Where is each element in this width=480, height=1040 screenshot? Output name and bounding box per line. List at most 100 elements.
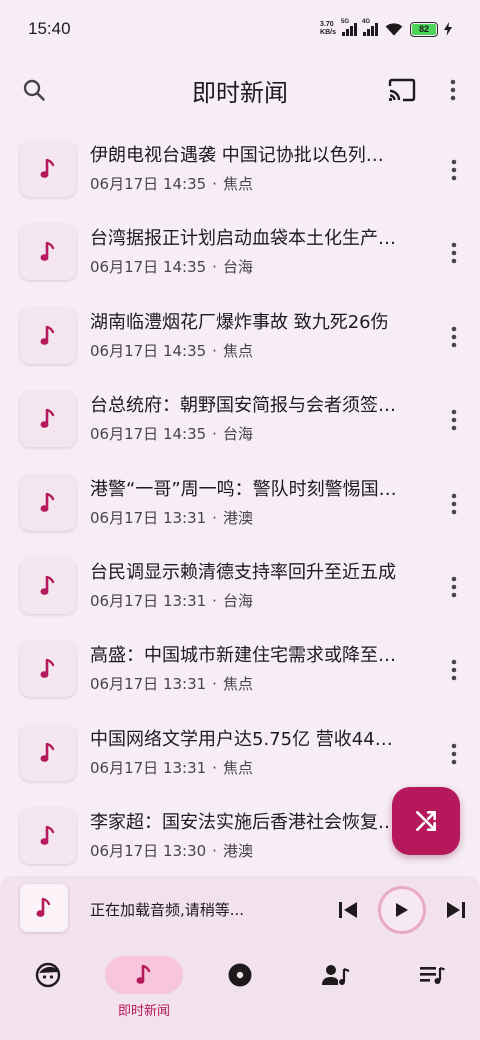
app-bar: 即时新闻 bbox=[0, 62, 480, 118]
previous-button[interactable] bbox=[334, 896, 362, 924]
meta-separator: · bbox=[212, 675, 217, 694]
nav-pill-active bbox=[105, 956, 183, 994]
news-item-category: 台海 bbox=[222, 591, 253, 610]
news-item-more-button[interactable] bbox=[442, 734, 466, 774]
news-item-category: 港澳 bbox=[222, 508, 253, 527]
artist-icon bbox=[322, 965, 350, 985]
battery-icon: 82 bbox=[410, 21, 438, 37]
signal-4g-label: 4G bbox=[362, 18, 371, 25]
news-item-text: 台总统府：朝野国安简报与会者须签… 06月17日 14:35 · 台海 bbox=[90, 394, 430, 444]
news-item-more-button[interactable] bbox=[442, 400, 466, 440]
news-list-item[interactable]: 台民调显示赖清德支持率回升至近五成 06月17日 13:31 · 台海 bbox=[0, 545, 480, 628]
news-item-title: 台民调显示赖清德支持率回升至近五成 bbox=[90, 561, 396, 583]
news-item-more-button[interactable] bbox=[442, 233, 466, 273]
music-note-icon bbox=[40, 492, 55, 512]
music-note-icon bbox=[40, 825, 55, 845]
shuffle-button[interactable] bbox=[392, 787, 460, 855]
news-list-item[interactable]: 高盛：中国城市新建住宅需求或降至… 06月17日 13:31 · 焦点 bbox=[0, 628, 480, 711]
play-button[interactable] bbox=[378, 886, 426, 934]
news-item-time: 06月17日 14:35 bbox=[90, 425, 207, 444]
more-vert-icon bbox=[450, 79, 456, 101]
music-note-icon bbox=[40, 742, 55, 762]
news-item-meta: 06月17日 14:35 · 焦点 bbox=[90, 341, 430, 361]
mini-player[interactable]: 正在加载音频,请稍等... bbox=[0, 876, 480, 942]
meta-separator: · bbox=[212, 425, 217, 444]
signal-5g-icon: 5G bbox=[341, 19, 357, 36]
news-item-text: 台湾据报正计划启动血袋本土化生产… 06月17日 14:35 · 台海 bbox=[90, 227, 430, 277]
overflow-menu-button[interactable] bbox=[433, 70, 473, 110]
news-item-time: 06月17日 14:35 bbox=[90, 258, 207, 277]
news-item-more-button[interactable] bbox=[442, 650, 466, 690]
news-item-category: 焦点 bbox=[222, 675, 253, 694]
network-speed-unit: KB/s bbox=[320, 29, 336, 36]
news-item-time: 06月17日 13:31 bbox=[90, 591, 207, 610]
news-item-meta: 06月17日 14:35 · 焦点 bbox=[90, 174, 430, 194]
search-button[interactable] bbox=[14, 70, 54, 110]
playlist-icon bbox=[420, 966, 445, 984]
news-item-more-button[interactable] bbox=[442, 150, 466, 190]
news-item-title: 港警“一哥”周一鸣：警队时刻警惕国… bbox=[90, 478, 397, 500]
next-button[interactable] bbox=[442, 896, 470, 924]
more-vert-icon bbox=[451, 743, 457, 765]
news-item-title: 李家超：国安法实施后香港社会恢复… bbox=[90, 812, 396, 834]
more-vert-icon bbox=[451, 576, 457, 598]
music-note-icon bbox=[40, 408, 55, 428]
nav-pill bbox=[9, 956, 87, 994]
news-item-more-button[interactable] bbox=[442, 484, 466, 524]
news-item-meta: 06月17日 14:35 · 台海 bbox=[90, 424, 430, 444]
status-bar: 15:40 3.70 KB/s 5G 4G 82 bbox=[0, 0, 480, 58]
news-list-item[interactable]: 港警“一哥”周一鸣：警队时刻警惕国… 06月17日 13:31 · 港澳 bbox=[0, 462, 480, 545]
player-status: 正在加载音频,请稍等... bbox=[90, 901, 245, 919]
news-list-item[interactable]: 伊朗电视台遇袭 中国记协批以色列… 06月17日 14:35 · 焦点 bbox=[0, 128, 480, 211]
shuffle-icon bbox=[416, 811, 436, 831]
news-item-category: 焦点 bbox=[222, 341, 253, 360]
play-icon bbox=[396, 903, 408, 917]
news-list-item[interactable]: 中国网络文学用户达5.75亿 营收44… 06月17日 13:31 · 焦点 bbox=[0, 712, 480, 795]
meta-separator: · bbox=[212, 341, 217, 360]
news-item-text: 港警“一哥”周一鸣：警队时刻警惕国… 06月17日 13:31 · 港澳 bbox=[90, 478, 430, 528]
nav-item-news[interactable]: 即时新闻 bbox=[96, 956, 192, 1019]
news-item-time: 06月17日 13:31 bbox=[90, 675, 207, 694]
signal-4g-icon: 4G bbox=[362, 19, 378, 36]
face-icon bbox=[35, 962, 61, 988]
news-item-category: 台海 bbox=[222, 258, 253, 277]
nav-item-artists[interactable] bbox=[288, 956, 384, 994]
nav-pill bbox=[297, 956, 375, 994]
album-icon bbox=[228, 963, 252, 987]
meta-separator: · bbox=[212, 508, 217, 527]
news-item-meta: 06月17日 13:30 · 港澳 bbox=[90, 841, 430, 861]
news-list-item[interactable]: 台湾据报正计划启动血袋本土化生产… 06月17日 14:35 · 台海 bbox=[0, 211, 480, 294]
news-item-time: 06月17日 13:31 bbox=[90, 508, 207, 527]
news-item-time: 06月17日 14:35 bbox=[90, 175, 207, 193]
meta-separator: · bbox=[212, 842, 217, 861]
bottom-navigation: 即时新闻 bbox=[0, 942, 480, 1040]
news-list: 伊朗电视台遇袭 中国记协批以色列… 06月17日 14:35 · 焦点 台湾据报正计划启… bbox=[0, 128, 480, 879]
music-note-icon bbox=[36, 897, 51, 917]
skip-next-icon bbox=[447, 902, 465, 918]
news-item-artwork bbox=[20, 307, 76, 364]
music-note-icon bbox=[40, 575, 55, 595]
news-item-artwork bbox=[20, 808, 76, 865]
meta-separator: · bbox=[212, 258, 217, 277]
status-icons: 3.70 KB/s 5G 4G 82 bbox=[320, 19, 452, 37]
news-item-more-button[interactable] bbox=[442, 567, 466, 607]
nav-item-playlists[interactable] bbox=[384, 956, 480, 994]
news-list-item[interactable]: 湖南临澧烟花厂爆炸事故 致九死26伤 06月17日 14:35 · 焦点 bbox=[0, 295, 480, 378]
news-item-artwork bbox=[20, 141, 76, 197]
news-item-more-button[interactable] bbox=[442, 317, 466, 357]
search-icon bbox=[23, 79, 45, 101]
nav-item-albums[interactable] bbox=[192, 956, 288, 994]
cast-button[interactable] bbox=[382, 70, 422, 110]
music-note-icon bbox=[40, 242, 55, 262]
charging-icon bbox=[444, 22, 452, 36]
page-title: 即时新闻 bbox=[192, 78, 288, 107]
news-item-meta: 06月17日 13:31 · 港澳 bbox=[90, 508, 430, 528]
news-list-item[interactable]: 台总统府：朝野国安简报与会者须签… 06月17日 14:35 · 台海 bbox=[0, 378, 480, 461]
news-item-text: 高盛：中国城市新建住宅需求或降至… 06月17日 13:31 · 焦点 bbox=[90, 644, 430, 694]
news-item-title: 台总统府：朝野国安简报与会者须签… bbox=[90, 395, 396, 417]
network-speed: 3.70 KB/s bbox=[320, 21, 336, 37]
news-item-time: 06月17日 13:31 bbox=[90, 758, 207, 777]
nav-label-news: 即时新闻 bbox=[117, 1004, 170, 1019]
nav-item-profile[interactable] bbox=[0, 956, 96, 994]
music-note-icon bbox=[40, 325, 55, 345]
